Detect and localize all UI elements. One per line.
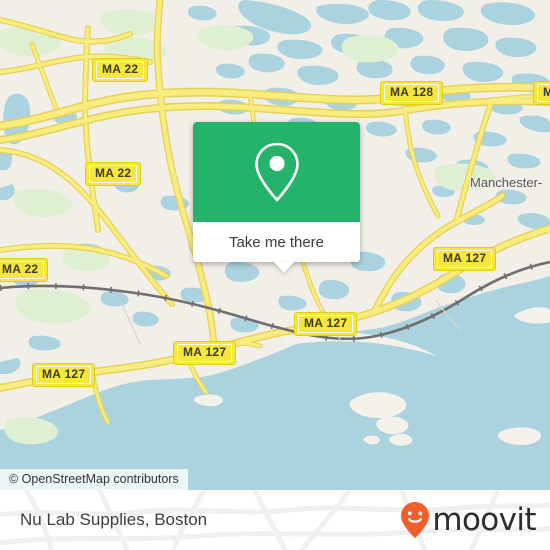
road-shield-ma127-west[interactable]: MA 127 (32, 363, 96, 387)
road-shield-ma127-mid[interactable]: MA 127 (294, 312, 358, 336)
location-popup-card[interactable]: Take me there (193, 122, 360, 273)
road-shield-ma-edge[interactable]: MA (533, 81, 550, 105)
popup-pin-area (193, 122, 360, 222)
place-title-text: Nu Lab Supplies, Boston (20, 510, 208, 529)
take-me-there-button[interactable]: Take me there (193, 222, 360, 262)
place-title: Nu Lab Supplies, Boston (20, 510, 207, 530)
road-shield-label: MA 127 (36, 366, 92, 384)
road-shield-label: MA 22 (89, 165, 138, 183)
take-me-there-label: Take me there (228, 233, 325, 251)
road-shield-ma22-mid[interactable]: MA 22 (85, 162, 142, 186)
map-screenshot: MA 22 MA 22 MA 22 MA 128 MA MA 127 MA 12… (0, 0, 550, 550)
map-canvas[interactable]: MA 22 MA 22 MA 22 MA 128 MA MA 127 MA 12… (0, 0, 550, 490)
footer-bar: Nu Lab Supplies, Boston moovit (0, 490, 550, 550)
road-shield-ma22-west[interactable]: MA 22 (0, 258, 49, 282)
road-shield-label: MA (537, 84, 550, 102)
road-shield-label: MA 127 (298, 315, 354, 333)
road-shield-label: MA 22 (96, 61, 145, 79)
map-pin-icon (254, 142, 299, 202)
osm-attribution-text: © OpenStreetMap contributors (9, 472, 179, 486)
road-shield-label: MA 128 (384, 84, 440, 102)
road-shield-ma127-centerwest[interactable]: MA 127 (173, 341, 237, 365)
moovit-smiley-pin-icon (401, 502, 430, 538)
moovit-brand[interactable]: moovit (400, 501, 537, 539)
road-shield-label: MA 127 (177, 344, 233, 362)
moovit-wordmark: moovit (432, 501, 536, 538)
road-shield-label: MA 127 (437, 250, 493, 268)
osm-attribution[interactable]: © OpenStreetMap contributors (0, 469, 188, 490)
city-label-manchester: Manchester- (470, 175, 542, 190)
road-shield-ma22-north[interactable]: MA 22 (92, 58, 149, 82)
road-shield-ma127-east[interactable]: MA 127 (433, 247, 497, 271)
road-shield-ma128[interactable]: MA 128 (380, 81, 444, 105)
popup-pointer-tail (274, 262, 294, 273)
city-label-text: Manchester- (470, 175, 543, 190)
road-shield-label: MA 22 (0, 261, 45, 279)
